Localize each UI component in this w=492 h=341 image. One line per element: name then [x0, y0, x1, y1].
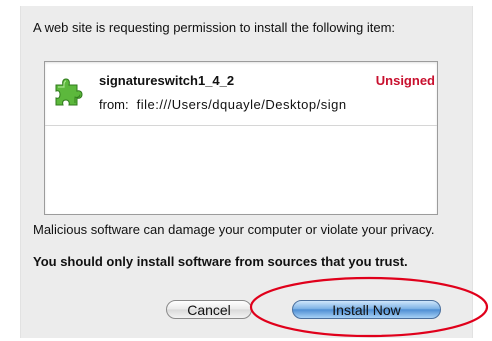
source-url: file:///Users/dquayle/Desktop/sign [136, 97, 347, 112]
item-name: signatureswitch1_4_2 [99, 73, 235, 88]
trusted-sources-advice: You should only install software from so… [33, 254, 408, 269]
item-source: from: file:///Users/dquayle/Desktop/sign [99, 97, 347, 112]
puzzle-piece-icon [55, 78, 83, 106]
install-item-row[interactable]: signatureswitch1_4_2 Unsigned from: file:… [45, 62, 437, 126]
intro-message: A web site is requesting permission to i… [33, 20, 396, 35]
install-now-button[interactable]: Install Now [292, 300, 441, 319]
malicious-software-warning: Malicious software can damage your compu… [33, 222, 435, 237]
unsigned-status-label: Unsigned [375, 73, 435, 88]
from-label: from: [99, 97, 129, 112]
cancel-button[interactable]: Cancel [166, 300, 252, 319]
install-permission-dialog: A web site is requesting permission to i… [20, 6, 473, 338]
install-item-list[interactable]: signatureswitch1_4_2 Unsigned from: file:… [44, 61, 438, 215]
